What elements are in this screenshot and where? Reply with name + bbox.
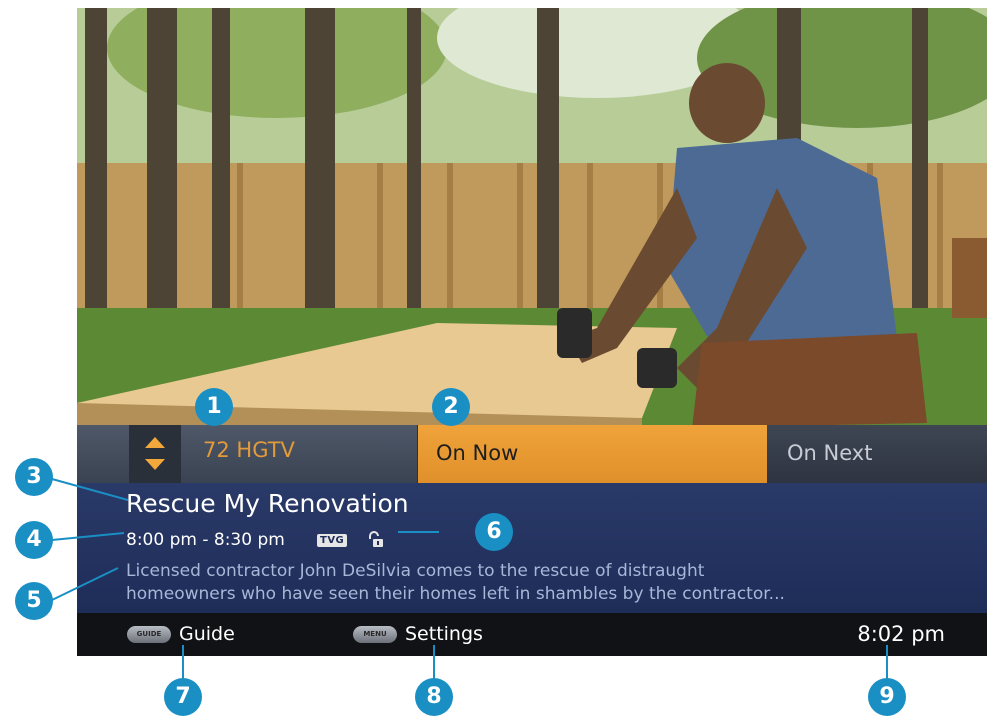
callout-badge: 8	[415, 678, 453, 716]
callout-leaders	[51, 478, 888, 690]
callout-badge: 5	[15, 582, 53, 620]
callout-badge: 9	[868, 678, 906, 716]
callout-badge: 7	[164, 678, 202, 716]
callout-badge: 6	[475, 513, 513, 551]
callout-badge: 2	[432, 388, 470, 426]
callout-badge: 3	[15, 458, 53, 496]
callout-badge: 1	[195, 388, 233, 426]
callout-badge: 4	[15, 521, 53, 559]
